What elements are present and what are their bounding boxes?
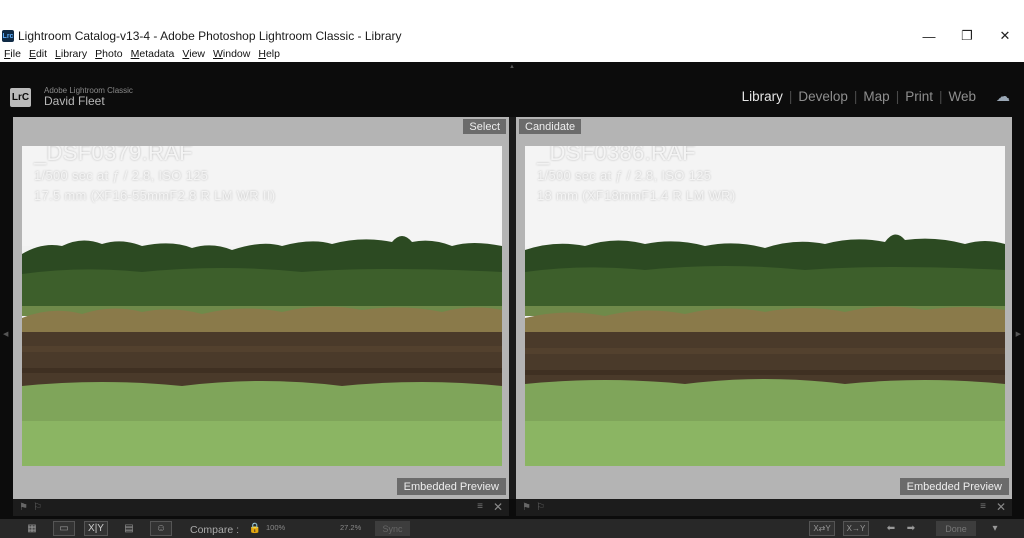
zoom-value-label: 27.2%: [340, 523, 362, 532]
candidate-pane-footer: ⚑ ⚐ ≡ ✕: [516, 499, 1012, 516]
close-pane-icon[interactable]: ✕: [493, 500, 503, 514]
swap-button[interactable]: X⇄Y: [809, 521, 835, 536]
module-print[interactable]: Print: [899, 89, 939, 104]
select-metadata-overlay: _DSF0379.RAF 1/500 sec at ƒ / 2.8, ISO 1…: [34, 146, 275, 206]
select-tag: Select: [463, 119, 506, 134]
user-name: David Fleet: [44, 94, 105, 108]
window-title: Lightroom Catalog-v13-4 - Adobe Photosho…: [18, 29, 402, 43]
pick-flag-icon[interactable]: ⚐: [33, 502, 42, 513]
grid-view-icon[interactable]: ▦: [20, 521, 44, 536]
pane-menu-icon[interactable]: ≡: [477, 501, 483, 512]
lrc-logo-icon: LrC: [10, 87, 31, 107]
top-panel-toggle-icon[interactable]: ▲: [509, 64, 515, 70]
select-exposure: 1/500 sec at ƒ / 2.8, ISO 125: [34, 168, 209, 183]
pane-menu-icon[interactable]: ≡: [980, 501, 986, 512]
next-photo-icon[interactable]: ➡: [904, 521, 918, 536]
cloud-sync-icon[interactable]: ☁: [996, 88, 1010, 105]
toolbar-options-chevron-icon[interactable]: ▾: [988, 521, 1002, 536]
sync-button[interactable]: Sync: [375, 521, 410, 536]
previous-photo-icon[interactable]: ⬅: [884, 521, 898, 536]
menu-view[interactable]: View: [182, 48, 205, 60]
compare-label: Compare :: [190, 523, 240, 536]
close-pane-icon[interactable]: ✕: [996, 500, 1006, 514]
menu-window[interactable]: Window: [213, 48, 250, 60]
select-photo[interactable]: _DSF0379.RAF 1/500 sec at ƒ / 2.8, ISO 1…: [22, 146, 502, 466]
window-title-bar: Lrc Lightroom Catalog-v13-4 - Adobe Phot…: [0, 26, 1024, 46]
module-map[interactable]: Map: [857, 89, 895, 104]
compare-toolbar: ▦ ▭ X|Y ▤ ☺ Compare : 🔒 100% 27.2% Sync …: [0, 519, 1024, 538]
right-panel-toggle-icon[interactable]: ▶: [1016, 330, 1021, 338]
survey-view-icon[interactable]: ▤: [117, 521, 141, 536]
candidate-metadata-overlay: _DSF0386.RAF 1/500 sec at ƒ / 2.8, ISO 1…: [537, 146, 735, 206]
lightroom-app-icon: Lrc: [2, 30, 14, 42]
candidate-pane[interactable]: Candidate _DSF0386.RAF 1/500 sec at ƒ / …: [516, 117, 1012, 499]
module-picker: Library | Develop | Map | Print | Web ☁: [736, 88, 1010, 105]
pane-divider: [509, 117, 516, 499]
candidate-filename: _DSF0386.RAF: [537, 146, 696, 165]
identity-plate: LrC Adobe Lightroom Classic David Fleet: [10, 86, 133, 108]
module-web[interactable]: Web: [942, 89, 982, 104]
select-lens: 17.5 mm (XF16-55mmF2.8 R LM WR II): [34, 188, 276, 203]
select-pane-footer: ⚑ ⚐ ≡ ✕: [13, 499, 509, 516]
menu-help[interactable]: Help: [258, 48, 280, 60]
done-button[interactable]: Done: [936, 521, 976, 536]
candidate-preview-badge: Embedded Preview: [899, 478, 1009, 495]
select-filename: _DSF0379.RAF: [34, 146, 193, 165]
compare-view-button[interactable]: X|Y: [84, 521, 108, 536]
pick-flag-icon[interactable]: ⚐: [536, 502, 545, 513]
menu-edit[interactable]: Edit: [29, 48, 47, 60]
unflag-icon[interactable]: ⚑: [522, 502, 531, 513]
select-pane[interactable]: Select _DSF0379.RAF 1/500 sec at ƒ / 2.8…: [13, 117, 509, 499]
menu-metadata[interactable]: Metadata: [131, 48, 175, 60]
menu-library[interactable]: Library: [55, 48, 87, 60]
minimize-button[interactable]: —: [910, 26, 948, 46]
module-library[interactable]: Library: [736, 89, 789, 104]
window-controls: — ❐ ✕: [910, 26, 1024, 46]
lightroom-workspace: ▲ LrC Adobe Lightroom Classic David Flee…: [0, 62, 1024, 538]
left-panel-toggle-icon[interactable]: ◀: [3, 330, 8, 338]
zoom-min-label: 100%: [266, 523, 286, 532]
menu-bar: File Edit Library Photo Metadata View Wi…: [0, 46, 1024, 62]
menu-photo[interactable]: Photo: [95, 48, 122, 60]
menu-file[interactable]: File: [4, 48, 21, 60]
lock-icon[interactable]: 🔒: [249, 521, 261, 536]
unflag-icon[interactable]: ⚑: [19, 502, 28, 513]
compare-view: Select _DSF0379.RAF 1/500 sec at ƒ / 2.8…: [13, 117, 1012, 499]
select-preview-badge: Embedded Preview: [396, 478, 506, 495]
module-develop[interactable]: Develop: [792, 89, 854, 104]
candidate-photo[interactable]: _DSF0386.RAF 1/500 sec at ƒ / 2.8, ISO 1…: [525, 146, 1005, 466]
candidate-tag: Candidate: [519, 119, 582, 134]
people-view-icon[interactable]: ☺: [150, 521, 172, 536]
close-button[interactable]: ✕: [986, 26, 1024, 46]
loupe-view-icon[interactable]: ▭: [53, 521, 75, 536]
candidate-exposure: 1/500 sec at ƒ / 2.8, ISO 125: [537, 168, 712, 183]
restore-button[interactable]: ❐: [948, 26, 986, 46]
make-select-button[interactable]: X→Y: [843, 521, 869, 536]
candidate-lens: 18 mm (XF18mmF1.4 R LM WR): [537, 188, 736, 203]
